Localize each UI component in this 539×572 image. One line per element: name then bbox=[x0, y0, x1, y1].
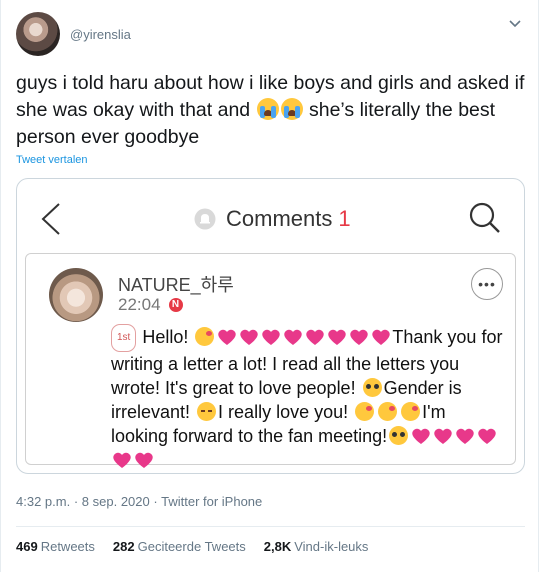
tweet-header: @yirenslia bbox=[16, 12, 131, 56]
kissing-face-icon bbox=[355, 402, 375, 421]
commenter-name: NATURE_하루 bbox=[118, 275, 234, 295]
heart-icon bbox=[328, 329, 347, 345]
heart-icon bbox=[372, 329, 391, 345]
comment-timestamp: 22:04 bbox=[118, 295, 161, 314]
tweet-text: guys i told haru about how i like boys a… bbox=[16, 70, 526, 151]
tweet-stats: 469 Retweets 282 Geciteerde Tweets 2,8K Vin… bbox=[16, 539, 386, 554]
comments-header: Comments 1 bbox=[17, 179, 524, 261]
new-badge: N bbox=[168, 298, 183, 312]
comment-line-love: I really love you! bbox=[218, 402, 349, 422]
comments-title: Comments 1 bbox=[194, 204, 351, 234]
author-avatar[interactable] bbox=[16, 12, 60, 56]
heart-icon bbox=[240, 329, 259, 345]
heart-icon bbox=[350, 329, 369, 345]
relieved-face-icon bbox=[197, 402, 217, 421]
comments-count: 1 bbox=[338, 206, 351, 231]
heart-icon bbox=[284, 329, 303, 345]
heart-icon bbox=[412, 428, 430, 444]
pleading-face-icon bbox=[389, 426, 409, 445]
rank-badge: 1st bbox=[111, 324, 137, 352]
comment-body: 1st Hello! Thank you for writing a letter… bbox=[111, 324, 506, 472]
translate-link[interactable]: Tweet vertalen bbox=[16, 154, 88, 166]
more-options-button: ••• bbox=[471, 268, 503, 300]
heart-icon bbox=[135, 452, 153, 468]
kissing-face-icon bbox=[195, 327, 215, 346]
chevron-down-icon[interactable] bbox=[508, 16, 522, 30]
likes-stat[interactable]: 2,8K Vind-ik-leuks bbox=[264, 539, 369, 554]
meta-separator: · bbox=[153, 494, 158, 509]
tweet-meta: 4:32 p.m. · 8 sep. 2020 · Twitter for iP… bbox=[16, 494, 262, 509]
tweet-date[interactable]: 8 sep. 2020 bbox=[82, 494, 150, 509]
divider bbox=[16, 526, 525, 527]
comment-time: 22:04 N bbox=[118, 295, 183, 315]
bell-icon bbox=[194, 208, 216, 230]
heart-icon bbox=[113, 452, 131, 468]
crying-face-icon bbox=[256, 98, 279, 120]
back-arrow-icon bbox=[41, 203, 60, 235]
search-icon bbox=[469, 202, 500, 233]
comment-line-hello: Hello! bbox=[142, 327, 189, 347]
pleading-face-icon bbox=[362, 378, 382, 397]
heart-icon bbox=[262, 329, 281, 345]
kissing-face-icon bbox=[378, 402, 398, 421]
heart-icon bbox=[456, 428, 474, 444]
retweets-stat[interactable]: 469 Retweets bbox=[16, 539, 95, 554]
attached-screenshot[interactable]: Comments 1 NATURE_하루 22:04 N ••• 1st Hell… bbox=[16, 178, 525, 474]
comments-label: Comments bbox=[226, 206, 333, 231]
commenter-avatar bbox=[49, 268, 103, 322]
heart-icon bbox=[218, 329, 237, 345]
heart-icon bbox=[478, 428, 496, 444]
kissing-face-icon bbox=[401, 402, 421, 421]
quotes-stat[interactable]: 282 Geciteerde Tweets bbox=[113, 539, 246, 554]
tweet-time[interactable]: 4:32 p.m. bbox=[16, 494, 70, 509]
tweet-card: @yirenslia guys i told haru about how i … bbox=[0, 0, 539, 572]
author-handle[interactable]: @yirenslia bbox=[70, 27, 131, 42]
heart-icon bbox=[434, 428, 452, 444]
comment: NATURE_하루 22:04 N ••• 1st Hello! Thank yo… bbox=[25, 253, 516, 468]
meta-separator: · bbox=[73, 494, 79, 509]
tweet-source[interactable]: Twitter for iPhone bbox=[161, 494, 262, 509]
heart-icon bbox=[306, 329, 325, 345]
crying-face-icon bbox=[280, 98, 303, 120]
